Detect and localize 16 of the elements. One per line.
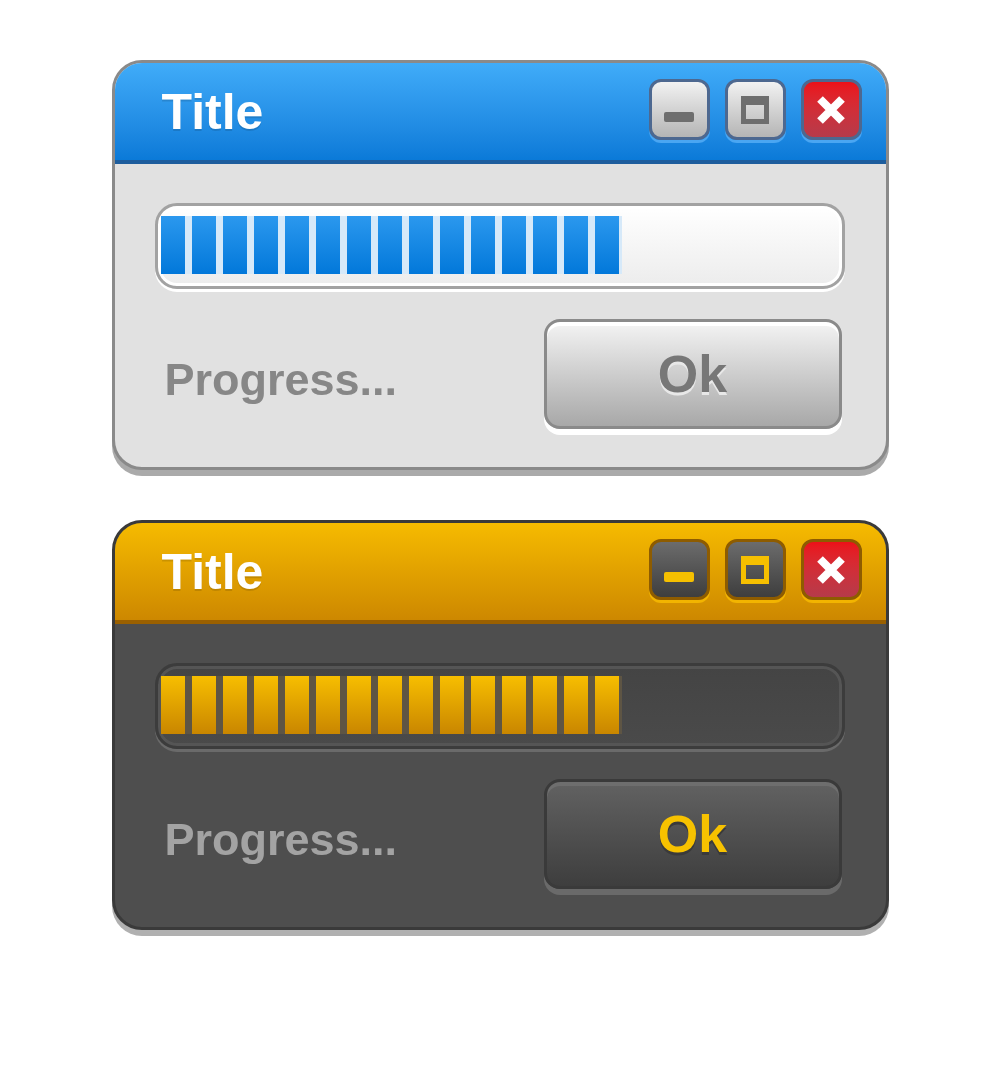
close-icon [816, 94, 846, 125]
minimize-button[interactable] [648, 539, 710, 600]
close-icon [816, 554, 846, 585]
maximize-button[interactable] [724, 79, 786, 140]
minimize-icon [664, 112, 694, 122]
close-button[interactable] [800, 79, 862, 140]
maximize-icon [741, 555, 769, 584]
minimize-button[interactable] [648, 79, 710, 140]
minimize-icon [664, 572, 694, 582]
maximize-icon [741, 95, 769, 124]
window-title: Title [161, 86, 264, 137]
window-title: Title [161, 546, 264, 597]
status-text: Progress... [164, 356, 398, 402]
maximize-button[interactable] [724, 539, 786, 600]
close-button[interactable] [800, 539, 862, 600]
status-text: Progress... [164, 816, 398, 862]
